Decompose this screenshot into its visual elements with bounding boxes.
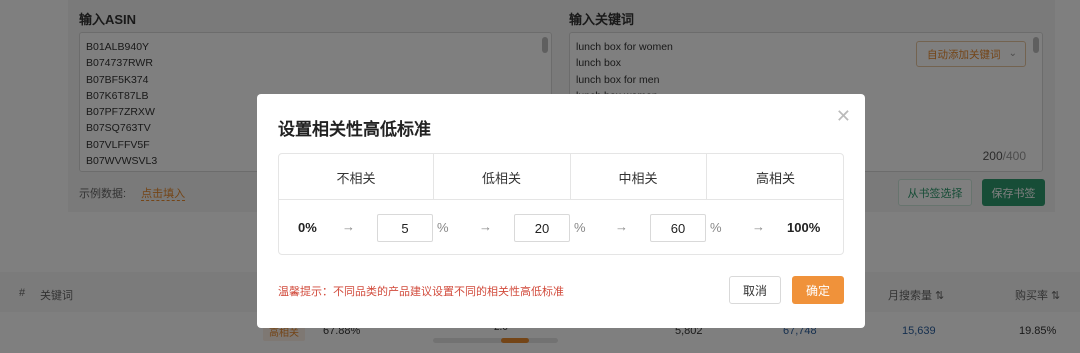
- dialog-title: 设置相关性高低标准: [278, 120, 431, 139]
- tip-text: 温馨提示：不同品类的产品建议设置不同的相关性高低标准: [278, 286, 564, 298]
- percent-sign: %: [710, 220, 722, 235]
- close-icon[interactable]: ✕: [836, 106, 851, 127]
- arrow-right-icon: →: [479, 219, 492, 234]
- standard-table-header: 不相关 低相关 中相关 高相关: [279, 154, 843, 200]
- col-medium: 中相关: [618, 170, 658, 186]
- threshold-low-input[interactable]: 5: [377, 214, 433, 242]
- percent-sign: %: [437, 220, 449, 235]
- col-irrelevant: 不相关: [336, 170, 376, 186]
- col-high: 高相关: [755, 170, 795, 186]
- cancel-button[interactable]: 取消: [729, 276, 781, 304]
- threshold-high-input[interactable]: 60: [650, 214, 706, 242]
- arrow-right-icon: →: [615, 219, 628, 234]
- start-percent: 0%: [298, 220, 317, 235]
- confirm-button[interactable]: 确定: [792, 276, 844, 304]
- threshold-medium-input[interactable]: 20: [514, 214, 570, 242]
- col-low: 低相关: [481, 170, 521, 186]
- standard-table-body: 0% → 5 % → 20 % → 60 % → 100%: [279, 200, 843, 256]
- relevance-standard-dialog: 设置相关性高低标准 ✕ 不相关 低相关 中相关 高相关 0% → 5 % → 2…: [257, 94, 865, 328]
- standard-table: 不相关 低相关 中相关 高相关 0% → 5 % → 20 % → 60 % →…: [278, 153, 844, 255]
- arrow-right-icon: →: [342, 219, 355, 234]
- arrow-right-icon: →: [752, 219, 765, 234]
- end-percent: 100%: [787, 220, 821, 235]
- percent-sign: %: [574, 220, 586, 235]
